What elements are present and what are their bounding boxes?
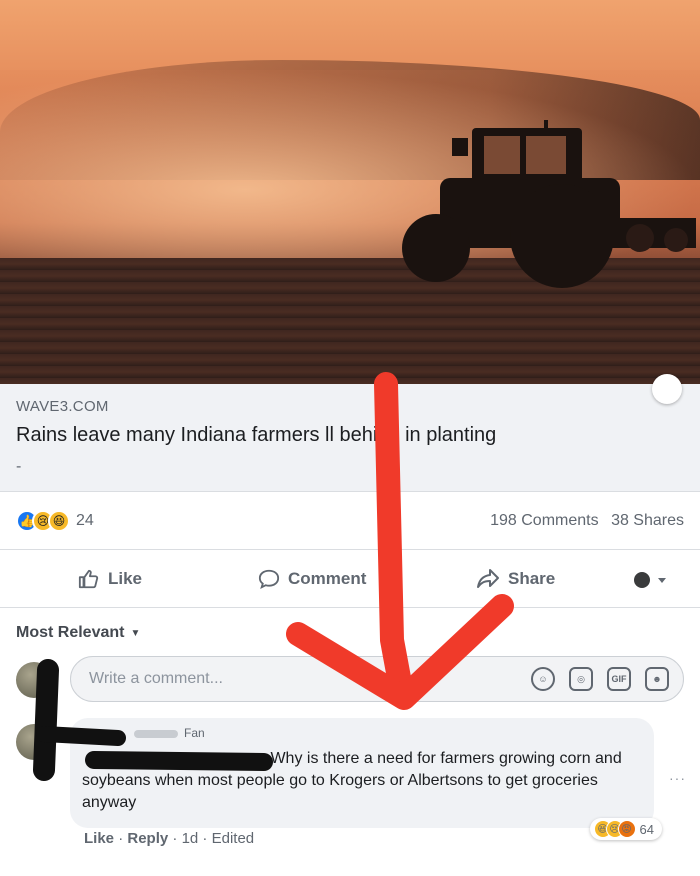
sort-label: Most Relevant <box>16 624 125 641</box>
page-avatar-dropdown-icon <box>634 572 666 588</box>
like-label: Like <box>108 569 143 588</box>
share-count-link[interactable]: 38 Shares <box>611 512 684 529</box>
top-fan-badge: Fan <box>134 726 205 740</box>
comment-like-link[interactable]: Like <box>84 830 114 847</box>
comment-edited[interactable]: Edited <box>212 830 255 847</box>
separator: · <box>202 830 208 847</box>
share-label: Share <box>508 569 556 588</box>
link-headline[interactable]: Rains leave many Indiana farmers ll behi… <box>16 424 496 447</box>
comment-time[interactable]: 1d <box>182 830 199 847</box>
engagement-counts: 198 Comments 38 Shares <box>482 512 684 530</box>
commenter-name-redacted[interactable] <box>82 749 266 763</box>
comment-options-icon[interactable]: ··· <box>669 770 686 786</box>
tractor-silhouette-icon <box>402 120 696 288</box>
haha-reaction-icon: 😆 <box>48 510 70 532</box>
thumbs-up-icon <box>78 569 99 589</box>
comment-input-tools: ☺ ◎ GIF ☻ <box>531 667 669 691</box>
post-stats: 👍 😢 😆 24 198 Comments 38 Shares <box>0 492 700 550</box>
caret-down-icon: ▼ <box>130 627 141 639</box>
comment-input[interactable]: Write a comment... ☺ ◎ GIF ☻ <box>70 656 684 702</box>
share-button[interactable]: Share <box>476 568 555 590</box>
commenter-avatar[interactable] <box>16 724 52 760</box>
comment-count-link[interactable]: 198 Comments <box>490 512 599 529</box>
sticker-icon[interactable]: ☻ <box>645 667 669 691</box>
angry-reaction-icon: 😡 <box>617 820 636 838</box>
comment-reactions[interactable]: 😆 😢 😡 64 <box>589 818 662 840</box>
emoji-icon[interactable]: ☺ <box>531 667 555 691</box>
link-description: - <box>16 458 22 475</box>
post-actions: Like Comment Share <box>0 550 700 608</box>
comment-bubble: Fan Why is there a need for farmers grow… <box>70 718 662 840</box>
article-image[interactable] <box>0 0 700 384</box>
comment-sort-dropdown[interactable]: Most Relevant ▼ <box>16 624 140 642</box>
separator: · <box>118 830 124 847</box>
link-source: WAVE3.COM <box>16 398 109 415</box>
comment-button[interactable]: Comment <box>258 568 366 590</box>
comment-meta: Like · Reply · 1d · Edited <box>84 830 254 847</box>
reaction-summary[interactable]: 👍 😢 😆 24 <box>16 510 94 532</box>
link-preview[interactable]: WAVE3.COM Rains leave many Indiana farme… <box>0 374 700 492</box>
post-card: WAVE3.COM Rains leave many Indiana farme… <box>0 374 700 876</box>
reaction-page-selector[interactable] <box>630 570 678 590</box>
current-user-avatar[interactable] <box>16 662 52 698</box>
more-options-icon[interactable] <box>652 374 682 404</box>
comment-reaction-count: 64 <box>639 821 654 837</box>
comment-bubble-icon <box>258 569 280 589</box>
comment-placeholder: Write a comment... <box>89 670 223 687</box>
share-arrow-icon <box>477 569 499 588</box>
reaction-count: 24 <box>76 512 94 529</box>
comment-reply-link[interactable]: Reply <box>127 830 168 847</box>
like-button[interactable]: Like <box>78 568 142 590</box>
separator: · <box>172 830 178 847</box>
comment-text-block: Why is there a need for farmers growing … <box>82 748 642 814</box>
camera-icon[interactable]: ◎ <box>569 667 593 691</box>
gif-icon[interactable]: GIF <box>607 667 631 691</box>
comment-label: Comment <box>288 569 367 588</box>
